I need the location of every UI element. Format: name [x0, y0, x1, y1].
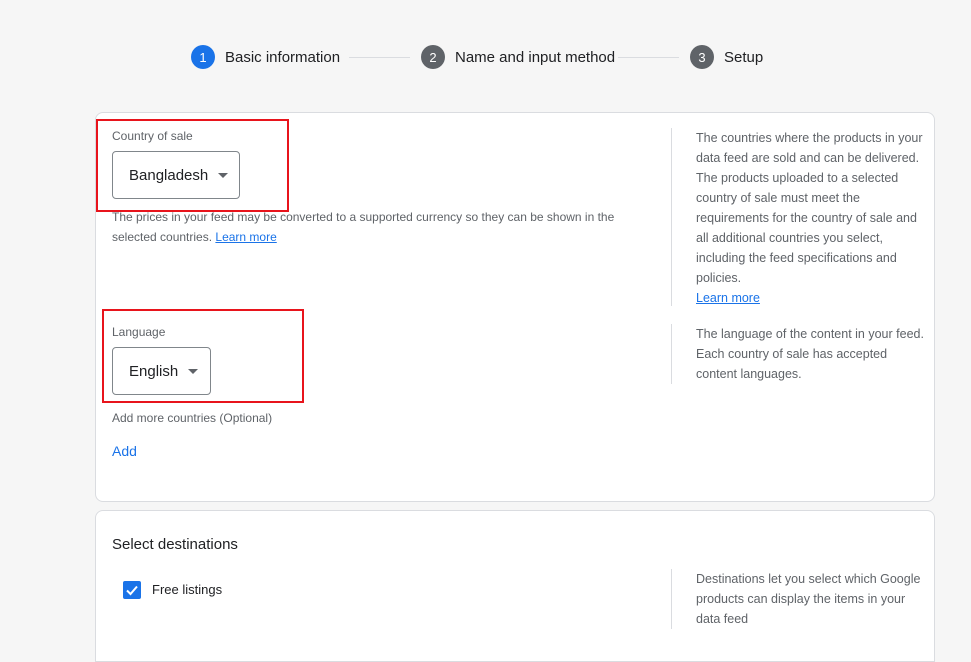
country-side-note: The countries where the products in your… — [671, 128, 927, 306]
add-country-button[interactable]: Add — [112, 443, 137, 459]
step-1-number: 1 — [191, 45, 215, 69]
free-listings-label: Free listings — [152, 582, 223, 597]
destinations-card: Select destinations Free listings Destin… — [95, 510, 935, 662]
check-icon — [126, 585, 138, 596]
country-highlight-box — [96, 119, 289, 212]
step-3-label: Setup — [724, 48, 764, 66]
step-1-label: Basic information — [225, 48, 341, 66]
country-help-text: The prices in your feed may be converted… — [112, 210, 615, 244]
destinations-side-note: Destinations let you select which Google… — [671, 569, 927, 629]
step-connector — [618, 57, 679, 58]
language-side-note: The language of the content in your feed… — [671, 324, 927, 384]
destinations-title: Select destinations — [112, 536, 238, 553]
language-highlight-box — [102, 309, 304, 403]
step-2-number: 2 — [421, 45, 445, 69]
country-side-learn-more-link[interactable]: Learn more — [696, 291, 760, 305]
step-basic-information[interactable]: 1 Basic information — [191, 45, 340, 69]
step-name-and-input-method[interactable]: 2 Name and input method — [421, 45, 615, 69]
step-setup[interactable]: 3 Setup — [690, 45, 763, 69]
step-connector — [349, 57, 410, 58]
step-3-number: 3 — [690, 45, 714, 69]
country-learn-more-link[interactable]: Learn more — [215, 230, 276, 244]
free-listings-checkbox[interactable] — [123, 581, 141, 599]
stepper: 1 Basic information 2 Name and input met… — [0, 45, 971, 69]
step-2-label: Name and input method — [455, 48, 616, 66]
add-more-countries-label: Add more countries (Optional) — [112, 411, 273, 425]
